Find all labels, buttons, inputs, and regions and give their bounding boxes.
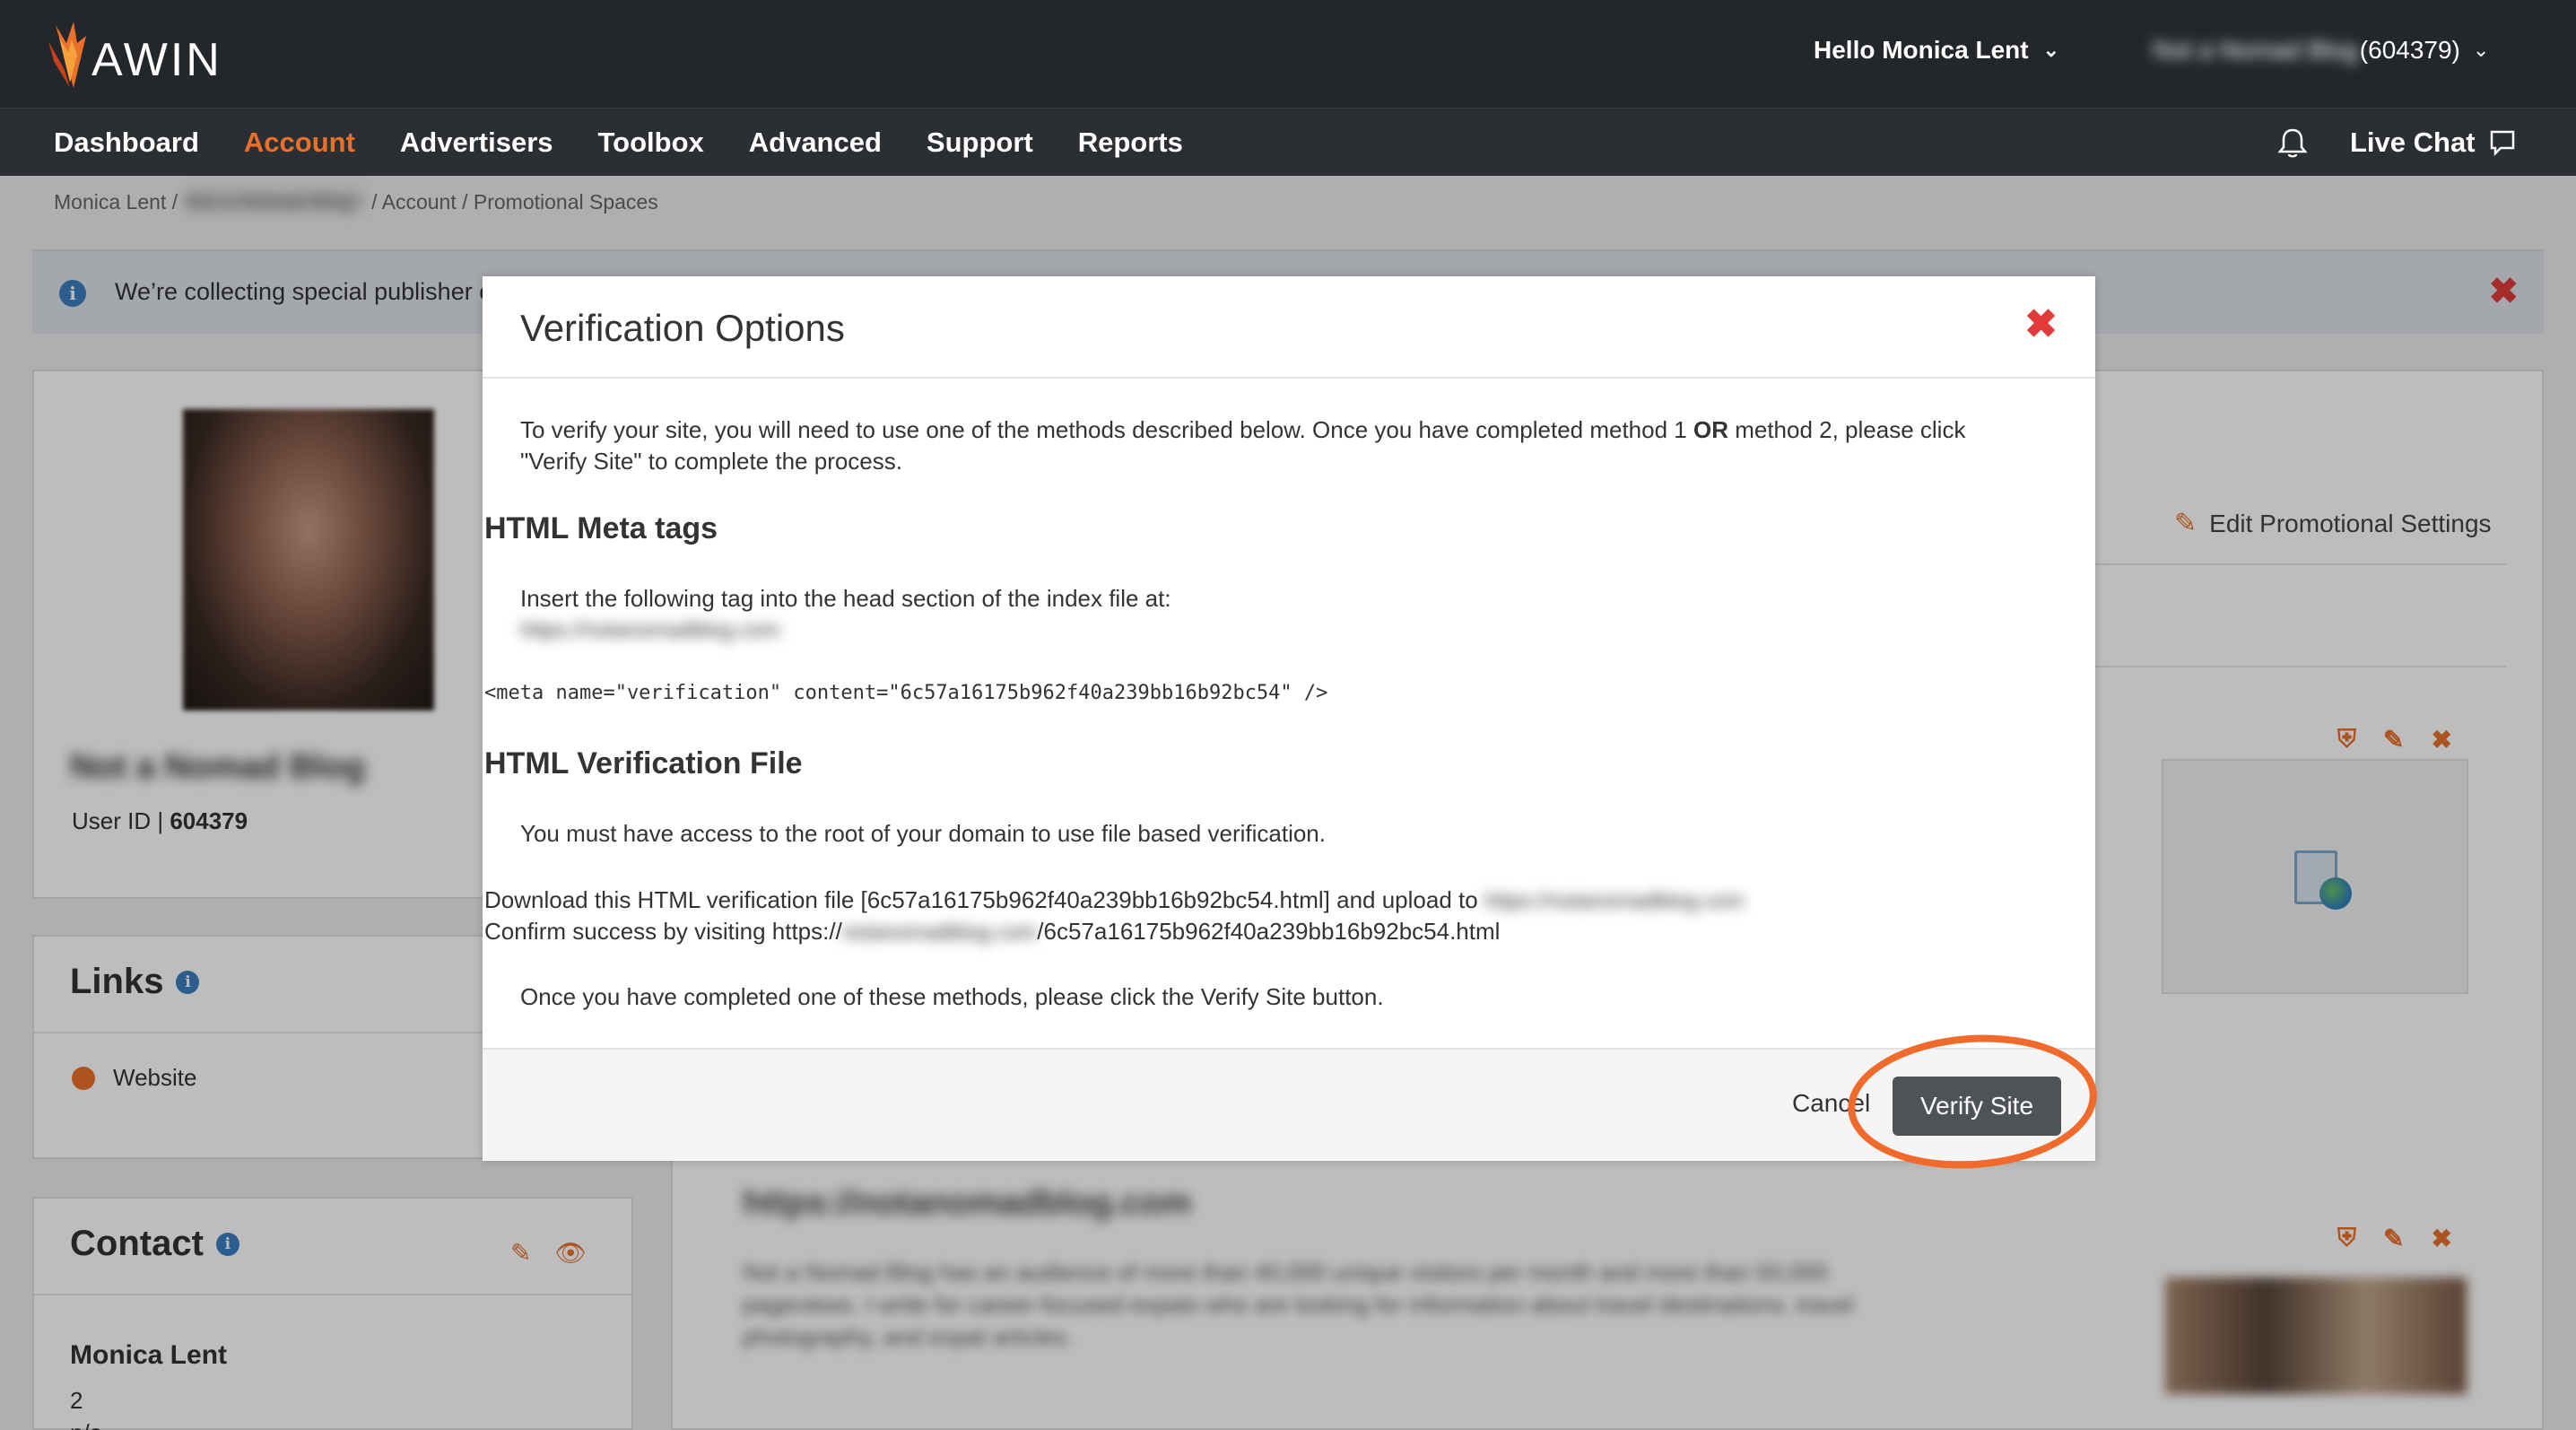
nav-advanced[interactable]: Advanced (749, 126, 882, 159)
nav-toolbox[interactable]: Toolbox (598, 126, 704, 159)
nav-dashboard[interactable]: Dashboard (54, 126, 199, 159)
chevron-down-icon: ⌄ (2472, 39, 2490, 61)
meta-tags-heading: HTML Meta tags (484, 511, 718, 545)
account-name: Not a Nomad Blog (2153, 36, 2358, 64)
meta-instruction: Insert the following tag into the head s… (520, 585, 1171, 612)
closing-text: Once you have completed one of these met… (520, 983, 1384, 1010)
chevron-down-icon: ⌄ (2042, 39, 2060, 61)
download-line: Download this HTML verification file [6c… (484, 885, 1744, 917)
nav-advertisers[interactable]: Advertisers (400, 126, 553, 159)
confirm-suffix[interactable]: /6c57a16175b962f40a239bb16b92bc54.html (1037, 918, 1500, 945)
modal-header: Verification Options ✖ (483, 276, 2095, 379)
top-header: AWIN Hello Monica Lent ⌄ Not a Nomad Blo… (0, 0, 2576, 108)
verification-modal: Verification Options ✖ To verify your si… (483, 276, 2095, 1161)
verification-file-heading: HTML Verification File (484, 746, 803, 780)
account-id: (604379) (2359, 36, 2460, 64)
close-icon[interactable]: ✖ (2024, 301, 2058, 347)
intro-text: To verify your site, you will need to us… (520, 414, 2063, 477)
awin-logo[interactable]: AWIN (47, 16, 222, 92)
confirm-prefix: Confirm success by visiting https:// (484, 918, 842, 945)
live-chat-label: Live Chat (2350, 126, 2476, 158)
download-url[interactable]: https://notanomadblog.com (1484, 889, 1745, 913)
main-nav: Dashboard Account Advertisers Toolbox Ad… (0, 108, 2576, 176)
nav-account[interactable]: Account (244, 126, 355, 159)
live-chat-button[interactable]: Live Chat (2350, 126, 2517, 159)
intro-part-1: To verify your site, you will need to us… (520, 416, 1693, 443)
download-text: Download this HTML verification file [6c… (484, 886, 1478, 913)
meta-url-text: https://notanomadblog.com (520, 618, 780, 642)
intro-part-3: "Verify Site" to complete the process. (520, 448, 902, 475)
meta-url: https://notanomadblog.com (520, 614, 780, 646)
greeting-text: Hello Monica Lent (1814, 36, 2029, 64)
confirm-line: Confirm success by visiting https://nota… (484, 916, 1500, 948)
intro-or: OR (1693, 416, 1728, 443)
meta-tag-code[interactable]: <meta name="verification" content="6c57a… (484, 682, 1327, 704)
account-switcher[interactable]: Not a Nomad Blog (604379) ⌄ (2153, 36, 2489, 65)
nav-reports[interactable]: Reports (1078, 126, 1183, 159)
intro-part-2: method 2, please click (1727, 416, 1966, 443)
logo-text: AWIN (91, 34, 222, 86)
nav-support[interactable]: Support (927, 126, 1033, 159)
bell-icon[interactable] (2275, 125, 2311, 161)
user-menu[interactable]: Hello Monica Lent ⌄ (1814, 36, 2059, 65)
modal-title: Verification Options (520, 307, 845, 349)
flame-icon (48, 22, 86, 88)
file-instruction: You must have access to the root of your… (520, 820, 1326, 847)
confirm-domain[interactable]: notanomadblog.com (842, 920, 1037, 945)
chat-bubble-icon (2490, 130, 2514, 157)
